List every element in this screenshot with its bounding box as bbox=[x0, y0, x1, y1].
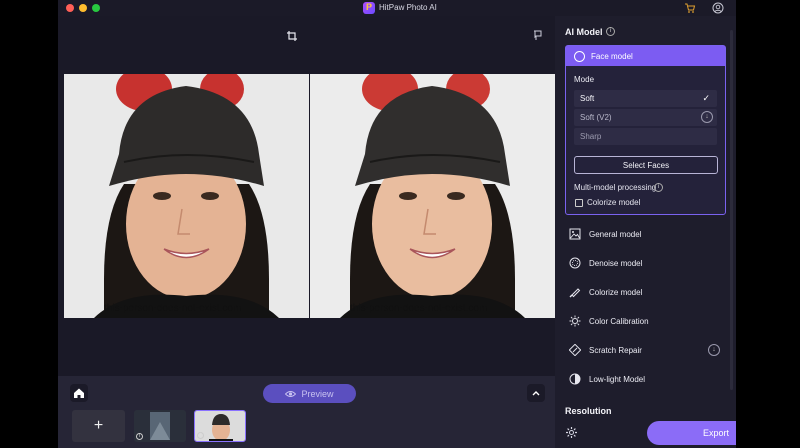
home-button[interactable] bbox=[70, 384, 88, 402]
scratch-repair-icon bbox=[569, 344, 581, 356]
maximize-window-button[interactable] bbox=[92, 4, 100, 12]
info-icon[interactable]: i bbox=[654, 183, 663, 192]
home-icon bbox=[74, 388, 84, 398]
face-model-label: Face model bbox=[591, 51, 633, 61]
info-icon[interactable]: i bbox=[606, 27, 615, 36]
app-logo: P bbox=[363, 2, 375, 14]
ai-model-panel: AI Model i Face model Mode Soft ✓ Soft (… bbox=[555, 16, 736, 448]
title-bar: P HitPaw Photo AI bbox=[58, 0, 736, 16]
model-item-colorize[interactable]: Colorize model bbox=[565, 280, 726, 304]
mode-label: Mode bbox=[574, 75, 595, 84]
face-icon bbox=[574, 50, 585, 62]
user-icon[interactable] bbox=[712, 2, 724, 14]
model-item-denoise[interactable]: Denoise model bbox=[565, 251, 726, 275]
mode-option-soft[interactable]: Soft ✓ bbox=[574, 90, 717, 107]
model-item-label: Scratch Repair bbox=[589, 345, 642, 355]
info-icon[interactable]: i bbox=[197, 432, 204, 439]
panel-scrollbar[interactable] bbox=[730, 30, 733, 390]
colorize-model-checkbox-label: Colorize model bbox=[587, 198, 641, 207]
crop-icon[interactable] bbox=[286, 30, 298, 42]
sun-icon bbox=[569, 315, 581, 327]
gear-icon[interactable] bbox=[565, 426, 578, 439]
bottom-bar: Preview + i i bbox=[58, 376, 555, 448]
model-item-general[interactable]: General model bbox=[565, 222, 726, 246]
model-item-label: Colorize model bbox=[589, 287, 643, 297]
download-icon[interactable]: ↓ bbox=[701, 111, 713, 123]
original-portrait-image bbox=[64, 74, 309, 318]
multi-model-label: Multi-model processing bbox=[574, 183, 657, 192]
info-icon[interactable]: i bbox=[136, 433, 143, 440]
processed-photo: this-person-does-not-exist.com bbox=[310, 74, 555, 318]
mode-option-label: Sharp bbox=[580, 132, 602, 141]
mode-option-label: Soft (V2) bbox=[580, 113, 612, 122]
mode-option-sharp[interactable]: Sharp bbox=[574, 128, 717, 145]
app-root: P HitPaw Photo AI + − bbox=[0, 0, 800, 448]
main-window: P HitPaw Photo AI + − bbox=[58, 0, 736, 448]
close-window-button[interactable] bbox=[66, 4, 74, 12]
colorize-model-checkbox[interactable] bbox=[575, 199, 583, 207]
thumbnail-1[interactable]: i bbox=[134, 410, 186, 442]
original-photo: this-person-does-not-exist.com bbox=[64, 74, 309, 318]
thumbnail-2-selected[interactable]: i bbox=[194, 410, 246, 442]
contrast-icon bbox=[569, 373, 581, 385]
watermark-text-left: this-person-does-not-exist.com bbox=[104, 303, 242, 314]
chevron-up-icon bbox=[532, 391, 540, 396]
model-item-label: General model bbox=[589, 229, 642, 239]
resolution-title: Resolution bbox=[565, 406, 612, 416]
preview-canvas: + − this-perso bbox=[58, 16, 555, 376]
brush-icon bbox=[569, 288, 581, 298]
select-faces-button[interactable]: Select Faces bbox=[574, 156, 718, 174]
processed-portrait-image bbox=[310, 74, 555, 318]
model-item-label: Low-light Model bbox=[589, 374, 646, 384]
download-icon[interactable]: ↓ bbox=[708, 344, 720, 356]
model-item-scratch-repair[interactable]: Scratch Repair ↓ bbox=[565, 338, 726, 362]
eye-icon bbox=[285, 390, 297, 397]
app-title: HitPaw Photo AI bbox=[379, 3, 437, 12]
minimize-window-button[interactable] bbox=[79, 4, 87, 12]
flag-icon[interactable] bbox=[532, 30, 543, 41]
model-item-color-calibration[interactable]: Color Calibration bbox=[565, 309, 726, 333]
image-icon bbox=[569, 228, 581, 240]
mode-option-label: Soft bbox=[580, 94, 595, 103]
model-item-label: Denoise model bbox=[589, 258, 643, 268]
denoise-icon bbox=[569, 257, 581, 269]
watermark-text-right: this-person-does-not-exist.com bbox=[350, 303, 488, 314]
panel-title: AI Model bbox=[565, 27, 603, 37]
face-model-section: Face model Mode Soft ✓ Soft (V2) ↓ Sharp… bbox=[565, 45, 726, 215]
check-icon: ✓ bbox=[702, 93, 710, 103]
mode-option-soft-v2[interactable]: Soft (V2) ↓ bbox=[574, 109, 717, 126]
model-item-label: Color Calibration bbox=[589, 316, 649, 326]
cart-icon[interactable] bbox=[684, 2, 696, 14]
collapse-button[interactable] bbox=[527, 384, 545, 402]
export-button[interactable]: Export bbox=[647, 421, 736, 445]
add-image-button[interactable]: + bbox=[72, 410, 125, 442]
preview-button[interactable]: Preview bbox=[263, 384, 356, 403]
model-item-low-light[interactable]: Low-light Model bbox=[565, 367, 726, 391]
preview-label: Preview bbox=[301, 388, 334, 399]
app-logo-letter: P bbox=[366, 2, 373, 12]
face-model-header[interactable]: Face model bbox=[566, 46, 725, 66]
